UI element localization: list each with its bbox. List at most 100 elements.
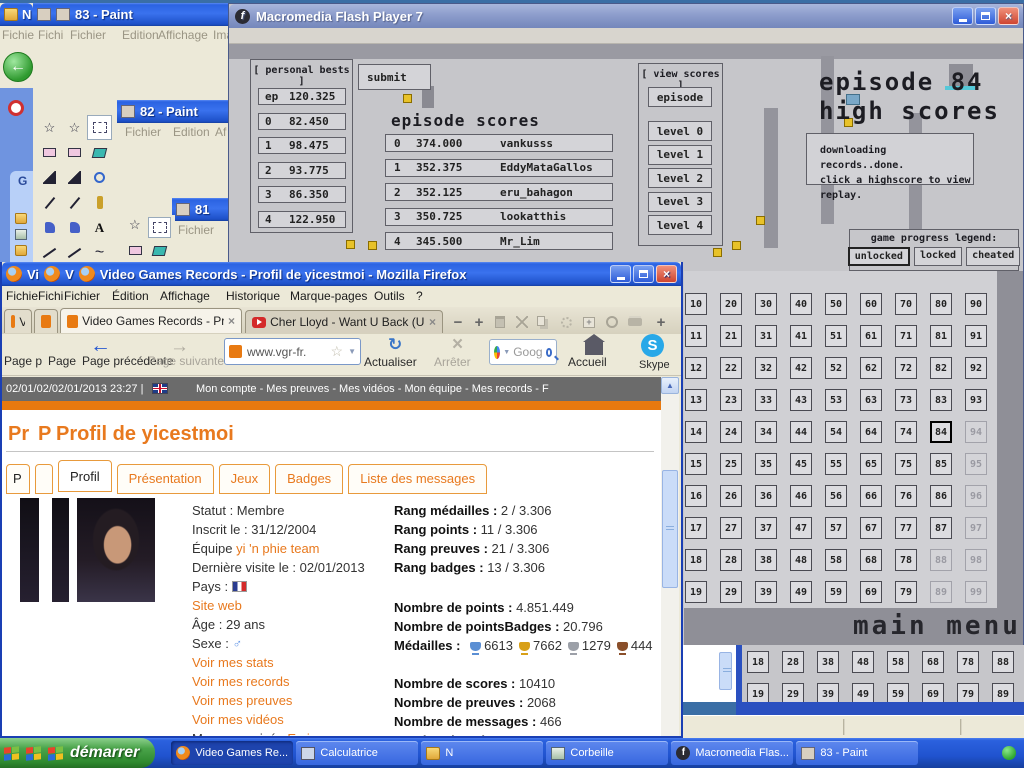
printer-icon[interactable] (627, 315, 643, 329)
eraser-tool[interactable] (37, 140, 62, 165)
episode-button-10[interactable]: 10 (685, 293, 707, 315)
episode-score-row[interactable]: 4345.500Mr_Lim (385, 232, 613, 250)
episode-score-row[interactable]: 1352.375EddyMataGallos (385, 159, 613, 177)
episode-button-68[interactable]: 68 (860, 549, 882, 571)
view-level-1-button[interactable]: level 1 (648, 145, 712, 165)
menu-item-Fichi[interactable]: Fichi (38, 289, 63, 303)
scrollbar-thumb[interactable] (662, 470, 678, 588)
magnifier-icon[interactable] (546, 348, 552, 357)
view-level-2-button[interactable]: level 2 (648, 168, 712, 188)
menu-item-Fichier[interactable]: Fichier (178, 223, 214, 237)
submit-button[interactable]: submit (358, 64, 431, 90)
episode-button-15[interactable]: 15 (685, 453, 707, 475)
episode-button-75[interactable]: 75 (895, 453, 917, 475)
view-level-0-button[interactable]: level 0 (648, 121, 712, 141)
episode-button-48[interactable]: 48 (790, 549, 812, 571)
menu-item-Fichier[interactable]: Fichier (70, 28, 106, 42)
episode-button-14[interactable]: 14 (685, 421, 707, 443)
paste-icon[interactable] (492, 315, 508, 329)
episode-button-36[interactable]: 36 (755, 485, 777, 507)
episode-button-80[interactable]: 80 (930, 293, 952, 315)
episode-button-72[interactable]: 72 (895, 357, 917, 379)
fill-tool[interactable] (87, 140, 112, 165)
sidebar-item-icon[interactable] (15, 229, 27, 240)
episode-button-81[interactable]: 81 (930, 325, 952, 347)
episode-button-19[interactable]: 19 (685, 581, 707, 603)
sidebar-folder-icon[interactable] (15, 245, 27, 256)
episode-button-54[interactable]: 54 (825, 421, 847, 443)
episode-button-55[interactable]: 55 (825, 453, 847, 475)
episode-button-97[interactable]: 97 (965, 517, 987, 539)
back-button[interactable]: ← (3, 52, 33, 82)
episode-button-82[interactable]: 82 (930, 357, 952, 379)
episode-button-99[interactable]: 99 (965, 581, 987, 603)
personal-best-row[interactable]: ep120.325 (258, 88, 346, 105)
pencil-tool[interactable] (37, 190, 62, 215)
episode-button-20[interactable]: 20 (720, 293, 742, 315)
plus-icon[interactable]: + (471, 315, 487, 329)
bg-episode-button-48[interactable]: 48 (852, 651, 874, 673)
tab-fragment[interactable] (34, 309, 58, 333)
menu-item-Fichi[interactable]: Fichi (38, 28, 63, 42)
main-menu-label[interactable]: main menu (853, 611, 1021, 641)
search-box[interactable]: ▼ Goog (489, 339, 557, 365)
episode-button-44[interactable]: 44 (790, 421, 812, 443)
bg-episode-button-28[interactable]: 28 (782, 651, 804, 673)
taskbar-button-corbeille[interactable]: Corbeille (546, 741, 668, 765)
menu-item-Affichage[interactable]: Affichage (160, 289, 210, 303)
episode-button-59[interactable]: 59 (825, 581, 847, 603)
episode-button-96[interactable]: 96 (965, 485, 987, 507)
episode-button-29[interactable]: 29 (720, 581, 742, 603)
episode-button-95[interactable]: 95 (965, 453, 987, 475)
episode-button-83[interactable]: 83 (930, 389, 952, 411)
episode-button-43[interactable]: 43 (790, 389, 812, 411)
episode-button-66[interactable]: 66 (860, 485, 882, 507)
new-tab-icon[interactable]: + (581, 315, 597, 329)
minus-icon[interactable]: − (450, 315, 466, 329)
explorer-titlebar[interactable]: N (0, 3, 33, 26)
episode-button-26[interactable]: 26 (720, 485, 742, 507)
episode-button-98[interactable]: 98 (965, 549, 987, 571)
close-button[interactable]: × (656, 265, 677, 283)
personal-best-row[interactable]: 386.350 (258, 186, 346, 203)
episode-button-90[interactable]: 90 (965, 293, 987, 315)
firefox-titlebar[interactable]: Vi V Video Games Records - Profil de yic… (2, 262, 681, 286)
freeform-select-icon[interactable] (129, 217, 141, 233)
airbrush-tool[interactable] (62, 215, 87, 240)
episode-button-45[interactable]: 45 (790, 453, 812, 475)
episode-button-16[interactable]: 16 (685, 485, 707, 507)
minimize-button[interactable] (610, 265, 631, 283)
episode-button-92[interactable]: 92 (965, 357, 987, 379)
episode-button-23[interactable]: 23 (720, 389, 742, 411)
episode-button-22[interactable]: 22 (720, 357, 742, 379)
view-level-4-button[interactable]: level 4 (648, 215, 712, 235)
text-tool[interactable] (87, 215, 112, 240)
brush-tool[interactable] (87, 190, 112, 215)
url-bar[interactable]: www.vgr-fr. ☆ ▼ (224, 338, 361, 365)
episode-button-78[interactable]: 78 (895, 549, 917, 571)
personal-best-row[interactable]: 198.475 (258, 137, 346, 154)
episode-button-42[interactable]: 42 (790, 357, 812, 379)
episode-button-28[interactable]: 28 (720, 549, 742, 571)
episode-button-69[interactable]: 69 (860, 581, 882, 603)
refresh-icon[interactable]: ↻ (388, 335, 402, 355)
episode-button-18[interactable]: 18 (685, 549, 707, 571)
search-dropdown-icon[interactable]: ▼ (503, 349, 510, 356)
episode-button-73[interactable]: 73 (895, 389, 917, 411)
episode-button-32[interactable]: 32 (755, 357, 777, 379)
tab-close-icon[interactable] (228, 314, 235, 328)
page-tab-liste-des-messages[interactable]: Liste des messages (348, 464, 487, 494)
episode-button-60[interactable]: 60 (860, 293, 882, 315)
episode-button-85[interactable]: 85 (930, 453, 952, 475)
bg-episode-button-68[interactable]: 68 (922, 651, 944, 673)
episode-button-50[interactable]: 50 (825, 293, 847, 315)
page-tab-jeux[interactable]: Jeux (219, 464, 270, 494)
episode-button-94[interactable]: 94 (965, 421, 987, 443)
bg-episode-button-18[interactable]: 18 (747, 651, 769, 673)
taskbar-button-calculatrice[interactable]: Calculatrice (296, 741, 418, 765)
episode-button-38[interactable]: 38 (755, 549, 777, 571)
episode-button-74[interactable]: 74 (895, 421, 917, 443)
freeform-select-tool[interactable] (37, 115, 62, 140)
episode-button-35[interactable]: 35 (755, 453, 777, 475)
tab-fragment[interactable]: P (6, 464, 30, 494)
